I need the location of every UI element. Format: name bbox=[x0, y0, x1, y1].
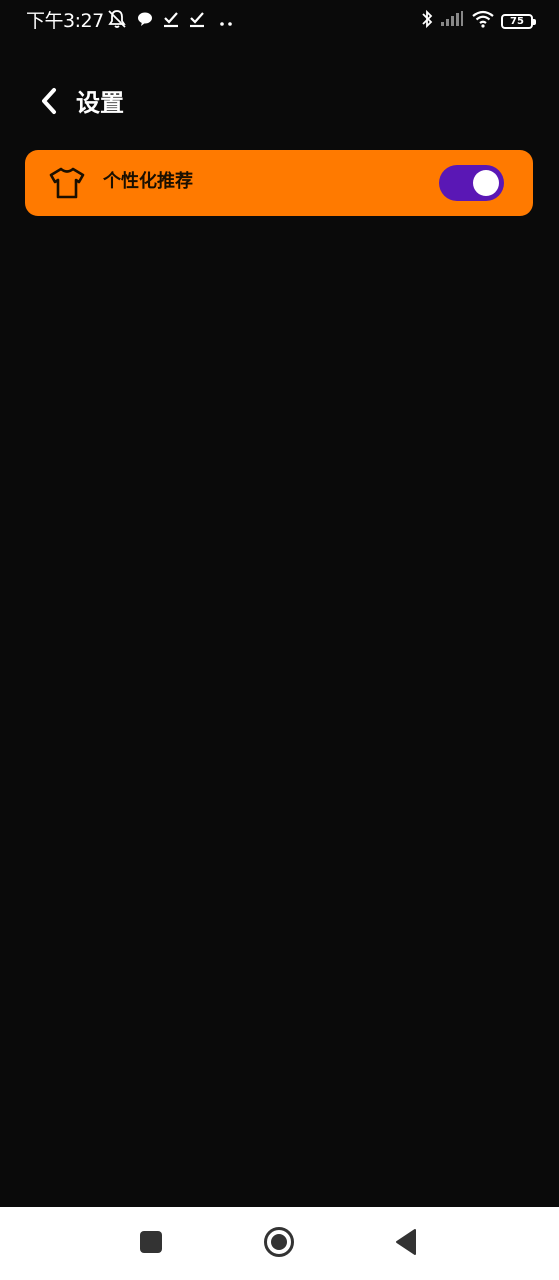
chat-bubble-icon bbox=[136, 10, 154, 32]
page-title: 设置 bbox=[76, 89, 124, 117]
bluetooth-icon bbox=[420, 9, 434, 33]
header: 设置 bbox=[0, 76, 559, 130]
recent-apps-button[interactable] bbox=[131, 1225, 171, 1263]
chevron-left-icon bbox=[39, 87, 59, 119]
system-nav-bar bbox=[0, 1207, 559, 1280]
battery-icon: 75 bbox=[501, 13, 536, 29]
status-right-icons: 75 bbox=[420, 9, 536, 33]
recent-apps-icon bbox=[139, 1230, 163, 1258]
tshirt-icon bbox=[47, 166, 87, 200]
back-triangle-icon bbox=[394, 1228, 418, 1260]
wifi-icon bbox=[471, 10, 495, 32]
check-icon bbox=[163, 10, 179, 32]
home-button[interactable] bbox=[259, 1225, 299, 1263]
status-bar: 下午3:27 75 bbox=[0, 0, 559, 42]
battery-level: 75 bbox=[510, 15, 524, 27]
signal-icon bbox=[440, 11, 464, 31]
status-left-icons bbox=[106, 10, 233, 32]
home-icon bbox=[263, 1226, 295, 1262]
setting-label: 个性化推荐 bbox=[103, 171, 193, 192]
back-button[interactable] bbox=[32, 86, 66, 120]
status-time: 下午3:27 bbox=[26, 10, 104, 32]
personalized-recommendation-toggle[interactable] bbox=[439, 165, 504, 201]
bell-muted-icon bbox=[106, 8, 128, 34]
more-dots-icon bbox=[219, 12, 233, 31]
toggle-knob bbox=[473, 170, 499, 196]
setting-row-personalized-recommendation[interactable]: 个性化推荐 bbox=[25, 150, 533, 216]
check-icon bbox=[189, 10, 205, 32]
back-nav-button[interactable] bbox=[386, 1225, 426, 1263]
